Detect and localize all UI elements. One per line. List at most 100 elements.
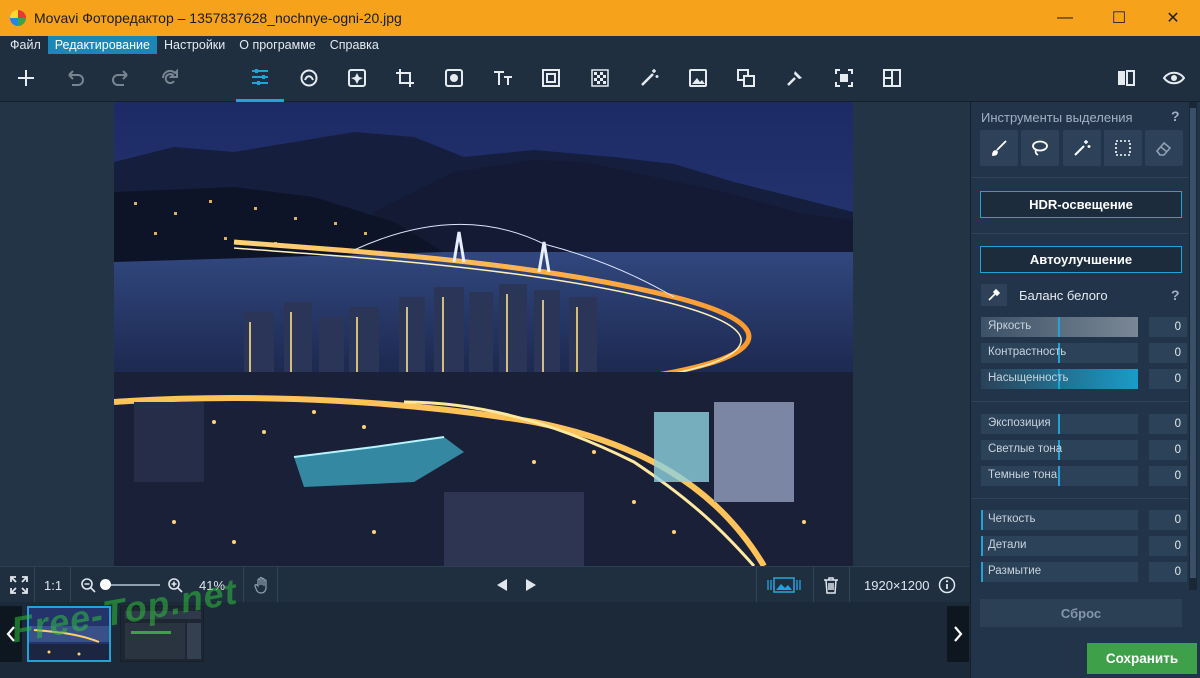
brightness-slider[interactable]: Яркость: [981, 317, 1138, 337]
close-button[interactable]: ✕: [1146, 0, 1200, 36]
menu-help[interactable]: Справка: [323, 36, 386, 54]
selection-tools-title: Инструменты выделения: [981, 110, 1133, 125]
shadows-slider[interactable]: Темные тона: [981, 466, 1138, 486]
crop-tool-button[interactable]: [381, 54, 429, 102]
exposure-value[interactable]: 0: [1149, 414, 1187, 434]
zoom-actual-size-button[interactable]: 1:1: [44, 567, 62, 603]
contrast-slider[interactable]: Контрастность: [981, 343, 1138, 363]
brightness-label: Яркость: [988, 320, 1032, 332]
clarity-slider[interactable]: Четкость: [981, 510, 1138, 530]
retouch-tool-button[interactable]: [285, 54, 333, 102]
filters-tool-button[interactable]: [430, 54, 478, 102]
info-icon: [938, 576, 956, 594]
magic-tool-button[interactable]: [625, 54, 673, 102]
selection-help-button[interactable]: ?: [1171, 108, 1180, 124]
clarity-value[interactable]: 0: [1149, 510, 1187, 530]
lasso-select-button[interactable]: [1021, 130, 1059, 166]
panel-scrollbar[interactable]: [1189, 102, 1197, 590]
zoom-out-icon: [81, 578, 96, 593]
background-icon: [591, 69, 609, 87]
adjust-tool-button[interactable]: [236, 54, 284, 102]
pin-icon: [787, 71, 802, 86]
menu-about[interactable]: О программе: [232, 36, 322, 54]
menu-file[interactable]: Файл: [3, 36, 48, 54]
details-value[interactable]: 0: [1149, 536, 1187, 556]
rect-select-button[interactable]: [1104, 130, 1142, 166]
window-title: Movavi Фоторедактор – 1357837628_nochnye…: [34, 10, 402, 26]
contrast-value[interactable]: 0: [1149, 343, 1187, 363]
adjustments-panel: Инструменты выделения ? HDR-освещение Ав…: [970, 102, 1200, 678]
objects-tool-button[interactable]: [722, 54, 770, 102]
pin-tool-button[interactable]: [771, 54, 819, 102]
add-icon: [18, 70, 34, 86]
preview-eye-icon: [1163, 71, 1185, 85]
preview-button[interactable]: [1150, 54, 1198, 102]
white-balance-pipette-button[interactable]: [981, 284, 1007, 306]
compare-tool-button[interactable]: [868, 54, 916, 102]
magic-icon: [641, 69, 659, 86]
image-info-button[interactable]: [938, 567, 956, 603]
white-balance-help-button[interactable]: ?: [1171, 287, 1180, 303]
saturation-value[interactable]: 0: [1149, 369, 1187, 389]
redo-button[interactable]: [98, 54, 146, 102]
reset-button[interactable]: Сброс: [980, 599, 1182, 627]
menu-edit[interactable]: Редактирование: [47, 36, 157, 54]
trash-icon: [824, 577, 838, 594]
add-button[interactable]: [2, 54, 50, 102]
blur-slider[interactable]: Размытие: [981, 562, 1138, 582]
panel-scrollbar-thumb[interactable]: [1190, 108, 1196, 578]
image-tool-button[interactable]: [674, 54, 722, 102]
undo-button[interactable]: [50, 54, 98, 102]
details-slider[interactable]: Детали: [981, 536, 1138, 556]
enhance-tool-button[interactable]: [333, 54, 381, 102]
split-view-button[interactable]: [1102, 54, 1150, 102]
filmstrip-next-button[interactable]: [947, 606, 969, 662]
brush-select-button[interactable]: [980, 130, 1018, 166]
filmstrip-toggle-button[interactable]: [766, 567, 802, 603]
rect-select-icon: [1115, 140, 1131, 156]
auto-enhance-button[interactable]: Автоулучшение: [980, 246, 1182, 273]
retouch-icon: [300, 69, 318, 87]
photo-preview[interactable]: [114, 102, 853, 566]
highlights-slider[interactable]: Светлые тона: [981, 440, 1138, 460]
filters-icon: [445, 69, 463, 87]
maximize-button[interactable]: ☐: [1092, 0, 1146, 36]
zoom-slider-handle[interactable]: [100, 579, 111, 590]
lasso-icon: [1032, 140, 1048, 156]
hdr-lighting-button[interactable]: HDR-освещение: [980, 191, 1182, 218]
save-button[interactable]: Сохранить: [1087, 643, 1197, 674]
text-icon: [494, 71, 512, 85]
frames-tool-button[interactable]: [527, 54, 575, 102]
title-bar: Movavi Фоторедактор – 1357837628_nochnye…: [0, 0, 1200, 36]
hand-icon: [254, 576, 267, 594]
background-tool-button[interactable]: [576, 54, 624, 102]
saturation-slider[interactable]: Насыщенность: [981, 369, 1138, 389]
brightness-value[interactable]: 0: [1149, 317, 1187, 337]
triangle-right-icon: [526, 579, 536, 591]
next-image-button[interactable]: [525, 567, 537, 603]
exposure-slider[interactable]: Экспозиция: [981, 414, 1138, 434]
menu-settings[interactable]: Настройки: [157, 36, 232, 54]
objects-icon: [737, 69, 755, 87]
magic-wand-icon: [1074, 140, 1091, 156]
fit-screen-button[interactable]: [10, 567, 28, 603]
brush-icon: [992, 140, 1007, 156]
highlights-value[interactable]: 0: [1149, 440, 1187, 460]
saturation-label: Насыщенность: [988, 372, 1069, 384]
shadows-value[interactable]: 0: [1149, 466, 1187, 486]
enhance-icon: [348, 69, 366, 87]
text-tool-button[interactable]: [479, 54, 527, 102]
shadows-label: Темные тона: [988, 469, 1058, 481]
previous-image-button[interactable]: [496, 567, 508, 603]
canvas-area[interactable]: [0, 102, 970, 566]
reset-all-button[interactable]: [146, 54, 194, 102]
blur-value[interactable]: 0: [1149, 562, 1187, 582]
hand-tool-button[interactable]: [253, 567, 271, 603]
delete-image-button[interactable]: [823, 567, 839, 603]
filmstrip-icon: [767, 577, 801, 593]
selection-tool-button[interactable]: [820, 54, 868, 102]
white-balance-label: Баланс белого: [1019, 287, 1108, 303]
eraser-select-button[interactable]: [1145, 130, 1183, 166]
minimize-button[interactable]: —: [1038, 0, 1092, 36]
magic-wand-select-button[interactable]: [1063, 130, 1101, 166]
